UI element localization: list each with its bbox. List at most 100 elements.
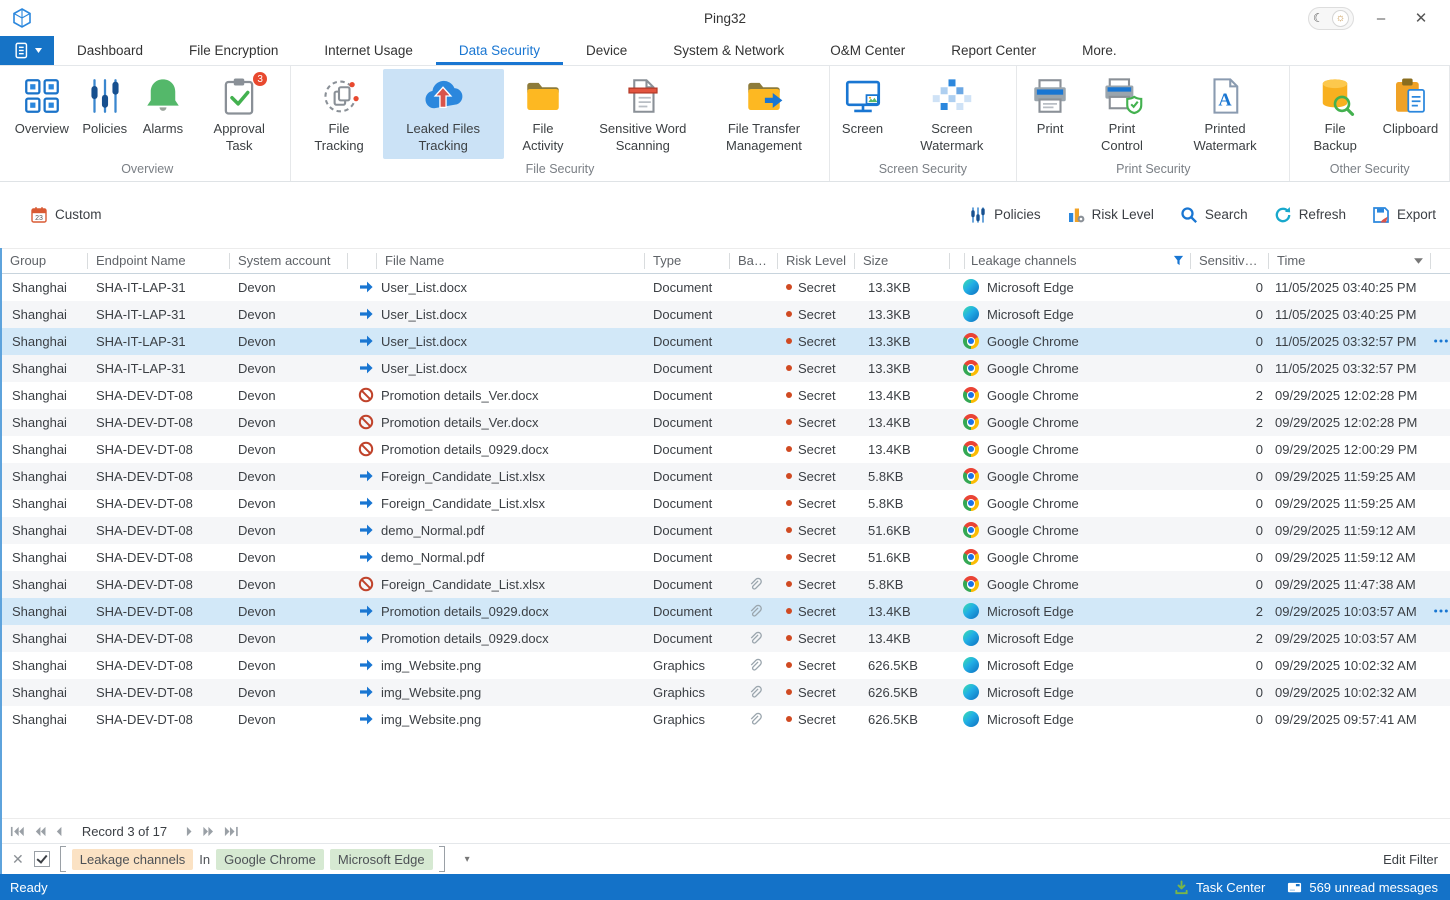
table-row[interactable]: ShanghaiSHA-DEV-DT-08Devondemo_Normal.pd…: [2, 517, 1450, 544]
ribbon-item-printed-watermark[interactable]: APrinted Watermark: [1165, 69, 1286, 159]
cell-sensitive-count: 2: [1191, 631, 1269, 646]
funnel-icon[interactable]: [1173, 255, 1184, 266]
pg-fastprev-icon[interactable]: [34, 826, 47, 837]
column-header-risk-level[interactable]: Risk Level: [778, 253, 855, 269]
tab-more[interactable]: More.: [1059, 36, 1140, 65]
pg-fastnext-icon[interactable]: [202, 826, 215, 837]
filter-expression[interactable]: Leakage channels In Google Chrome Microso…: [60, 846, 445, 872]
table-row[interactable]: ShanghaiSHA-DEV-DT-08Devonimg_Website.pn…: [2, 706, 1450, 733]
table-row[interactable]: ShanghaiSHA-DEV-DT-08DevonForeign_Candid…: [2, 490, 1450, 517]
ribbon-item-leaked-files-tracking[interactable]: Leaked Files Tracking: [383, 69, 504, 159]
toolbar-button-label: Refresh: [1299, 207, 1346, 222]
theme-toggle[interactable]: ☾ ☼: [1308, 7, 1354, 30]
ribbon-item-label: Printed Watermark: [1172, 119, 1279, 155]
column-header-spacer[interactable]: [1431, 253, 1450, 269]
tab-internet-usage[interactable]: Internet Usage: [301, 36, 436, 65]
table-row[interactable]: ShanghaiSHA-DEV-DT-08DevonPromotion deta…: [2, 598, 1450, 625]
calendar-icon: 23: [30, 206, 48, 224]
column-header-group[interactable]: Group: [2, 253, 88, 269]
pg-next-icon[interactable]: [186, 826, 193, 837]
cell-file-status: [348, 576, 377, 592]
table-row[interactable]: ShanghaiSHA-IT-LAP-31DevonUser_List.docx…: [2, 355, 1450, 382]
table-row[interactable]: ShanghaiSHA-IT-LAP-31DevonUser_List.docx…: [2, 328, 1450, 355]
ribbon-item-file-activity[interactable]: File Activity: [504, 69, 583, 159]
ribbon-item-screen-watermark[interactable]: Screen Watermark: [892, 69, 1013, 159]
table-row[interactable]: ShanghaiSHA-DEV-DT-08Devondemo_Normal.pd…: [2, 544, 1450, 571]
table-row[interactable]: ShanghaiSHA-DEV-DT-08DevonPromotion deta…: [2, 409, 1450, 436]
cell-size: 13.4KB: [855, 442, 950, 457]
custom-button[interactable]: 23Custom: [30, 206, 102, 224]
table-row[interactable]: ShanghaiSHA-DEV-DT-08Devonimg_Website.pn…: [2, 679, 1450, 706]
table-row[interactable]: ShanghaiSHA-DEV-DT-08DevonForeign_Candid…: [2, 463, 1450, 490]
tab-o-m-center[interactable]: O&M Center: [807, 36, 928, 65]
column-header-file-name[interactable]: File Name: [377, 253, 645, 269]
column-header-time[interactable]: Time: [1269, 253, 1431, 269]
ribbon-item-clipboard[interactable]: Clipboard: [1376, 69, 1445, 142]
ribbon-item-sensitive-word-scanning[interactable]: Sensitive Word Scanning: [582, 69, 703, 159]
ribbon-item-overview[interactable]: Overview: [8, 69, 76, 142]
row-menu-button[interactable]: [1433, 608, 1449, 614]
ribbon-item-alarms[interactable]: Alarms: [134, 69, 192, 142]
tab-dashboard[interactable]: Dashboard: [54, 36, 166, 65]
policies-button[interactable]: Policies: [969, 206, 1041, 224]
filter-value-chip[interactable]: Google Chrome: [216, 849, 324, 870]
table-row[interactable]: ShanghaiSHA-DEV-DT-08DevonForeign_Candid…: [2, 571, 1450, 598]
row-menu-button[interactable]: [1433, 338, 1449, 344]
pg-prev-icon[interactable]: [55, 826, 62, 837]
column-header-leakage-channels[interactable]: Leakage channels: [963, 253, 1191, 269]
task-center-button[interactable]: Task Center: [1174, 880, 1265, 895]
pg-first-icon[interactable]: [10, 826, 25, 837]
column-header-endpoint-name[interactable]: Endpoint Name: [88, 253, 230, 269]
close-button[interactable]: ✕: [1408, 9, 1434, 27]
export-button[interactable]: Export: [1372, 206, 1436, 224]
filter-enabled-checkbox[interactable]: [34, 851, 50, 867]
filter-operator[interactable]: In: [199, 852, 210, 867]
ribbon-item-file-backup[interactable]: File Backup: [1294, 69, 1375, 159]
cell-backup: [730, 631, 778, 646]
filter-field-chip[interactable]: Leakage channels: [72, 849, 194, 870]
column-header-size[interactable]: Size: [855, 253, 950, 269]
filter-dropdown-icon[interactable]: ▾: [465, 854, 470, 865]
messages-button[interactable]: 569 unread messages: [1287, 880, 1438, 895]
ribbon-item-approval-task[interactable]: 3Approval Task: [192, 69, 287, 159]
sun-icon[interactable]: ☼: [1332, 10, 1349, 27]
search-button[interactable]: Search: [1180, 206, 1248, 224]
risk-level-button[interactable]: Risk Level: [1067, 206, 1154, 224]
ribbon-item-screen[interactable]: Screen: [834, 69, 892, 142]
moon-icon[interactable]: ☾: [1313, 11, 1324, 25]
table-row[interactable]: ShanghaiSHA-DEV-DT-08DevonPromotion deta…: [2, 625, 1450, 652]
column-header-type[interactable]: Type: [645, 253, 730, 269]
tab-device[interactable]: Device: [563, 36, 650, 65]
tab-system-network[interactable]: System & Network: [650, 36, 807, 65]
column-header-system-account[interactable]: System account: [230, 253, 348, 269]
table-row[interactable]: ShanghaiSHA-DEV-DT-08DevonPromotion deta…: [2, 436, 1450, 463]
table-row[interactable]: ShanghaiSHA-DEV-DT-08Devonimg_Website.pn…: [2, 652, 1450, 679]
app-menu-button[interactable]: [0, 36, 54, 65]
ribbon-item-policies[interactable]: Policies: [76, 69, 134, 142]
tab-file-encryption[interactable]: File Encryption: [166, 36, 301, 65]
ribbon-item-print-control[interactable]: Print Control: [1079, 69, 1165, 159]
tab-report-center[interactable]: Report Center: [928, 36, 1059, 65]
ribbon-item-file-tracking[interactable]: File Tracking: [295, 69, 382, 159]
edge-icon: [963, 306, 979, 322]
ribbon-item-print[interactable]: Print: [1021, 69, 1079, 142]
table-row[interactable]: ShanghaiSHA-IT-LAP-31DevonUser_List.docx…: [2, 301, 1450, 328]
cell-endpoint-name: SHA-DEV-DT-08: [88, 685, 230, 700]
ribbon-item-file-transfer-management[interactable]: File Transfer Management: [703, 69, 824, 159]
table-row[interactable]: ShanghaiSHA-IT-LAP-31DevonUser_List.docx…: [2, 274, 1450, 301]
remove-filter-icon[interactable]: ✕: [12, 851, 24, 868]
tab-data-security[interactable]: Data Security: [436, 36, 563, 65]
caret-down-icon[interactable]: [1413, 255, 1424, 266]
column-header-backup[interactable]: Backup: [730, 253, 778, 269]
cell-time: 09/29/2025 11:59:25 AM: [1269, 496, 1431, 511]
refresh-button[interactable]: Refresh: [1274, 206, 1346, 224]
pg-last-icon[interactable]: [224, 826, 239, 837]
table-row[interactable]: ShanghaiSHA-DEV-DT-08DevonPromotion deta…: [2, 382, 1450, 409]
column-header-sensitive[interactable]: Sensitive ...: [1191, 253, 1269, 269]
filter-value-chip[interactable]: Microsoft Edge: [330, 849, 433, 870]
minimize-button[interactable]: –: [1368, 10, 1394, 27]
column-header-spacer[interactable]: [348, 253, 377, 269]
toolbar-right: Policies Risk Level Search Refresh Export: [969, 206, 1436, 224]
edit-filter-button[interactable]: Edit Filter: [1383, 852, 1438, 867]
cloud-upload-icon: [422, 75, 464, 117]
